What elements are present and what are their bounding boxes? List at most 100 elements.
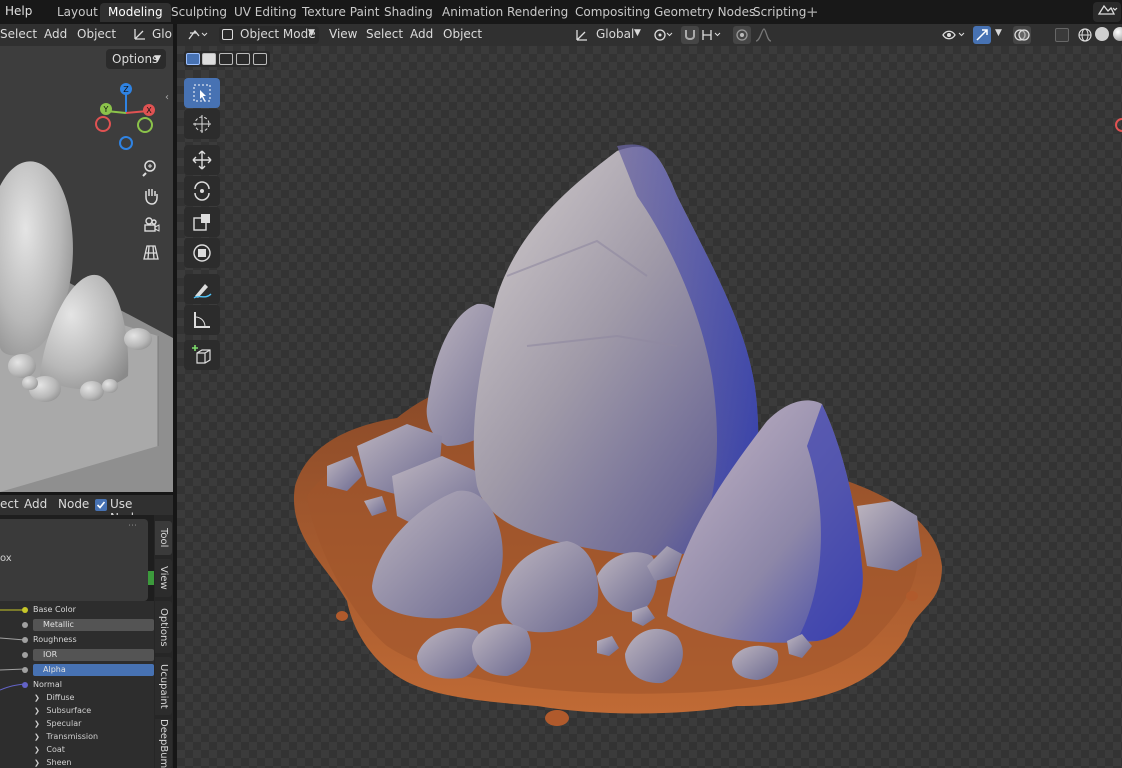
menu-select[interactable]: Select — [366, 27, 403, 41]
falloff-icon[interactable] — [754, 27, 776, 46]
menu-select-node[interactable]: ect — [0, 497, 19, 511]
subpanel-specular[interactable]: ❯ Specular — [34, 717, 81, 730]
subpanel-specular-label: Specular — [46, 719, 82, 728]
add-workspace-button[interactable]: + — [806, 3, 819, 21]
perspective-grid-icon[interactable] — [141, 242, 161, 265]
tab-layout[interactable]: Layout — [49, 3, 106, 22]
menu-add[interactable]: Add — [410, 27, 433, 41]
svg-text:Z: Z — [123, 85, 129, 94]
field-metallic[interactable]: Metallic — [33, 619, 154, 631]
tab-scripting[interactable]: Scripting — [745, 3, 814, 22]
tab-compositing[interactable]: Compositing — [567, 3, 658, 22]
chevron-right-icon: ❯ — [34, 707, 40, 715]
zoom-icon[interactable] — [141, 158, 161, 181]
field-alpha[interactable]: Alpha — [33, 664, 154, 676]
pivot-point-icon[interactable] — [652, 27, 676, 46]
main-viewport-header: Object Mode ▼ View Select Add Object Glo… — [177, 24, 1122, 46]
tab-rendering[interactable]: Rendering — [499, 3, 576, 22]
snap-target-icon[interactable] — [701, 27, 725, 46]
subpanel-diffuse[interactable]: ❯ Diffuse — [34, 691, 74, 704]
subpanel-diffuse-label: Diffuse — [46, 693, 75, 702]
object-mode-dropdown[interactable]: Object Mode ▼ — [219, 26, 319, 44]
input-alpha[interactable]: Alpha — [0, 663, 154, 677]
main-viewport[interactable] — [177, 46, 1122, 768]
proportional-edit-icon[interactable] — [733, 26, 751, 44]
visibility-icon[interactable] — [941, 27, 967, 46]
subpanel-subsurface[interactable]: ❯ Subsurface — [34, 704, 91, 717]
tab-modeling[interactable]: Modeling — [100, 3, 171, 22]
sidebar-tab-view[interactable]: View — [155, 559, 172, 597]
sidebar-tabs: Tool View Options Ucupaint DeepBum — [154, 515, 173, 768]
options-dropdown[interactable]: Options ▼ — [106, 49, 166, 69]
node-top-panel: ox ⋯ — [0, 519, 148, 601]
input-roughness[interactable]: Roughness — [0, 633, 154, 647]
pan-hand-icon[interactable] — [141, 186, 161, 209]
checkmark-icon — [96, 501, 106, 509]
subpanel-transmission[interactable]: ❯ Transmission — [34, 730, 98, 743]
sidebar-tab-tool[interactable]: Tool — [155, 521, 172, 555]
chevron-down-icon: ▼ — [154, 54, 161, 64]
chevron-right-icon: ❯ — [34, 733, 40, 741]
chevron-down-icon[interactable]: ▼ — [995, 28, 1002, 38]
socket-base-color[interactable] — [22, 607, 28, 613]
socket-alpha[interactable] — [22, 667, 28, 673]
object-mode-label: Object Mode — [240, 27, 316, 41]
tab-texture-paint[interactable]: Texture Paint — [294, 3, 387, 22]
subpanel-coat[interactable]: ❯ Coat — [34, 743, 65, 756]
sidebar-tab-options[interactable]: Options — [155, 601, 172, 653]
node-editor-canvas[interactable]: ox ⋯ Base Color Metallic Roughness IOR A… — [0, 515, 154, 768]
menu-object-left[interactable]: Object — [77, 27, 116, 41]
menu-view[interactable]: View — [329, 27, 357, 41]
tab-shading[interactable]: Shading — [376, 3, 441, 22]
gizmo-toggle-icon[interactable] — [973, 26, 991, 44]
xray-icon[interactable] — [1055, 28, 1069, 42]
socket-metallic[interactable] — [22, 622, 28, 628]
label-roughness: Roughness — [33, 635, 77, 644]
input-base-color[interactable]: Base Color — [0, 603, 154, 617]
transform-orientation-dropdown[interactable]: Global ▼ — [573, 26, 645, 44]
subpanel-subsurface-label: Subsurface — [46, 706, 92, 715]
tab-uv-editing[interactable]: UV Editing — [226, 3, 305, 22]
overlays-icon[interactable] — [1013, 26, 1031, 44]
rock-scene — [293, 144, 943, 726]
object-mode-icon — [222, 29, 233, 40]
material-shading-icon[interactable] — [1113, 27, 1122, 41]
use-nodes-checkbox[interactable] — [95, 499, 107, 511]
camera-icon[interactable] — [141, 214, 161, 237]
sidebar-tab-deepbump[interactable]: DeepBum — [155, 719, 172, 768]
tab-sculpting[interactable]: Sculpting — [163, 3, 235, 22]
chevron-right-icon: ❯ — [34, 746, 40, 754]
orientation-icon-left[interactable] — [133, 27, 147, 44]
subpanel-coat-label: Coat — [46, 745, 65, 754]
menu-select-left[interactable]: Select — [0, 27, 37, 41]
snap-icon[interactable] — [681, 26, 699, 44]
menu-help[interactable]: Help — [5, 4, 32, 18]
node-editor-header: ect Add Node Use Nodes — [0, 495, 173, 525]
sidebar-tab-ucupaint[interactable]: Ucupaint — [155, 657, 172, 715]
menu-object[interactable]: Object — [443, 27, 482, 41]
input-ior[interactable]: IOR — [0, 648, 154, 662]
label-base-color: Base Color — [33, 605, 76, 614]
scene-selector-button[interactable] — [1093, 2, 1121, 22]
left-viewport[interactable]: Options ▼ Z Y X ‹ — [0, 46, 173, 492]
field-ior[interactable]: IOR — [33, 649, 154, 661]
socket-normal[interactable] — [22, 682, 28, 688]
socket-roughness[interactable] — [22, 637, 28, 643]
menu-node[interactable]: Node — [58, 497, 89, 511]
solid-shading-icon[interactable] — [1095, 27, 1109, 41]
svg-text:X: X — [146, 106, 152, 115]
navigation-gizmo[interactable]: Z Y X — [92, 83, 162, 153]
subpanel-sheen[interactable]: ❯ Sheen — [34, 756, 71, 768]
menu-add-left[interactable]: Add — [44, 27, 67, 41]
input-metallic[interactable]: Metallic — [0, 618, 154, 632]
menu-add-node[interactable]: Add — [24, 497, 47, 511]
editor-type-icon[interactable] — [187, 27, 211, 46]
node-handle-icon[interactable]: ⋯ — [128, 521, 137, 531]
options-label: Options — [112, 52, 159, 66]
scene-icon — [1097, 4, 1118, 15]
collapse-arrow-icon[interactable]: ‹ — [165, 92, 169, 103]
wireframe-shading-icon[interactable] — [1077, 27, 1093, 46]
svg-text:Y: Y — [103, 105, 109, 114]
input-normal[interactable]: Normal — [0, 678, 154, 692]
socket-ior[interactable] — [22, 652, 28, 658]
